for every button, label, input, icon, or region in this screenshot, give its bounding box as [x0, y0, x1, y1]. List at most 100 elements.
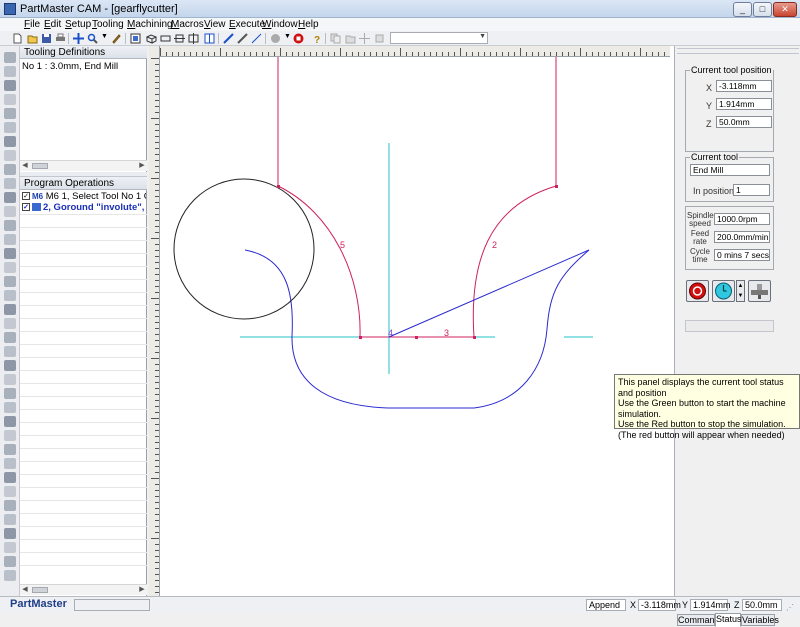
- tool-strip-icon[interactable]: [4, 52, 16, 63]
- view-side-icon[interactable]: [187, 32, 200, 44]
- left-tool-strip: [0, 46, 20, 596]
- menu-execute[interactable]: Execute: [229, 19, 265, 30]
- machine-button[interactable]: [748, 280, 771, 302]
- layers-icon[interactable]: [373, 32, 386, 44]
- operation-1-checkbox[interactable]: ✓: [22, 192, 30, 201]
- line-icon[interactable]: [250, 32, 263, 44]
- tool-strip-icon[interactable]: [4, 318, 16, 329]
- resize-grip[interactable]: ⋰: [786, 603, 796, 613]
- tool-strip-icon[interactable]: [4, 374, 16, 385]
- tool-strip-icon[interactable]: [4, 444, 16, 455]
- info-icon[interactable]: [269, 32, 282, 44]
- tool-strip-icon[interactable]: [4, 304, 16, 315]
- drawing-canvas[interactable]: 5 2 4 3: [149, 46, 674, 596]
- toolpath-edit-icon[interactable]: [236, 32, 249, 44]
- tool-strip-icon[interactable]: [4, 66, 16, 77]
- transform-icon[interactable]: [358, 32, 371, 44]
- tool-strip-icon[interactable]: [4, 528, 16, 539]
- toolbar-combo[interactable]: ▼: [390, 32, 488, 44]
- copy-icon[interactable]: [329, 32, 342, 44]
- menu-machining[interactable]: Machining: [127, 19, 173, 30]
- close-button[interactable]: ✕: [773, 2, 797, 17]
- vertical-ruler: [149, 46, 160, 596]
- view-top-icon[interactable]: [159, 32, 172, 44]
- menu-window[interactable]: Window: [262, 19, 298, 30]
- svg-text:?: ?: [314, 35, 320, 44]
- stop-simulation-button[interactable]: [686, 280, 709, 302]
- tool-strip-icon[interactable]: [4, 514, 16, 525]
- pencil-icon[interactable]: [110, 32, 123, 44]
- display-icon[interactable]: [129, 32, 142, 44]
- tool-strip-icon[interactable]: [4, 276, 16, 287]
- tool-strip-icon[interactable]: [4, 472, 16, 483]
- tool-strip-icon[interactable]: [4, 458, 16, 469]
- tool-strip-icon[interactable]: [4, 164, 16, 175]
- menu-help[interactable]: Help: [298, 19, 319, 30]
- tool-strip-icon[interactable]: [4, 234, 16, 245]
- tool-strip-icon[interactable]: [4, 402, 16, 413]
- tool-strip-icon[interactable]: [4, 220, 16, 231]
- menu-edit[interactable]: Edit: [44, 19, 61, 30]
- operation-1[interactable]: ✓M6 M6 1, Select Tool No 1 CRC 1 TLC: [22, 191, 146, 202]
- info-dropdown-icon[interactable]: ▼: [283, 32, 291, 44]
- menu-setup[interactable]: Setup: [65, 19, 91, 30]
- current-tool-header: Current tool: [690, 152, 740, 162]
- operation-2[interactable]: ✓ 2, Goround "involute", Forward: [22, 202, 146, 213]
- tool-strip-icon[interactable]: [4, 416, 16, 427]
- help-icon[interactable]: ?: [310, 32, 323, 44]
- speed-spinner[interactable]: ▲ ▼: [736, 280, 745, 302]
- tool-strip-icon[interactable]: [4, 108, 16, 119]
- tool-strip-icon[interactable]: [4, 556, 16, 567]
- tool-strip-icon[interactable]: [4, 486, 16, 497]
- tool-strip-icon[interactable]: [4, 248, 16, 259]
- print-icon[interactable]: [54, 32, 67, 44]
- stop-icon[interactable]: [292, 32, 305, 44]
- menu-view[interactable]: View: [204, 19, 226, 30]
- tool-strip-icon[interactable]: [4, 150, 16, 161]
- tool-strip-icon[interactable]: [4, 206, 16, 217]
- tool-strip-icon[interactable]: [4, 262, 16, 273]
- tool-strip-icon[interactable]: [4, 332, 16, 343]
- tool-strip-icon[interactable]: [4, 500, 16, 511]
- tool-strip-icon[interactable]: [4, 346, 16, 357]
- tool-strip-icon[interactable]: [4, 80, 16, 91]
- zoom-dropdown-icon[interactable]: ▼: [100, 32, 108, 44]
- menu-macros[interactable]: Macros: [171, 19, 204, 30]
- folder-disabled-icon[interactable]: [344, 32, 357, 44]
- progress-field: [685, 320, 774, 332]
- pan-icon[interactable]: [72, 32, 85, 44]
- start-simulation-button[interactable]: [712, 280, 735, 302]
- tab-status[interactable]: Status: [715, 613, 742, 627]
- new-file-icon[interactable]: [11, 32, 24, 44]
- zoom-icon[interactable]: [86, 32, 99, 44]
- tool-strip-icon[interactable]: [4, 122, 16, 133]
- menu-file[interactable]: File: [24, 19, 40, 30]
- tool-strip-icon[interactable]: [4, 290, 16, 301]
- tool-strip-icon[interactable]: [4, 360, 16, 371]
- minimize-button[interactable]: _: [733, 2, 752, 17]
- toolpath-icon[interactable]: [222, 32, 235, 44]
- tool-strip-icon[interactable]: [4, 192, 16, 203]
- tool-strip-icon[interactable]: [4, 94, 16, 105]
- view-3d-icon[interactable]: [145, 32, 158, 44]
- view-pane-icon[interactable]: [203, 32, 216, 44]
- y-label: Y: [706, 101, 713, 111]
- tool-strip-icon[interactable]: [4, 178, 16, 189]
- tool-strip-icon[interactable]: [4, 430, 16, 441]
- tooling-hscrollbar[interactable]: ◀ ▶: [20, 160, 147, 171]
- tool-entry[interactable]: No 1 : 3.0mm, End Mill: [22, 61, 146, 72]
- tab-variables[interactable]: Variables: [741, 614, 779, 626]
- in-position-field: 1: [733, 184, 770, 196]
- tool-strip-icon[interactable]: [4, 136, 16, 147]
- tool-strip-icon[interactable]: [4, 570, 16, 581]
- save-icon[interactable]: [40, 32, 53, 44]
- view-front-icon[interactable]: [173, 32, 186, 44]
- menu-tooling[interactable]: Tooling: [92, 19, 124, 30]
- operations-hscrollbar[interactable]: ◀ ▶: [20, 584, 147, 595]
- open-folder-icon[interactable]: [26, 32, 39, 44]
- tool-strip-icon[interactable]: [4, 388, 16, 399]
- tab-command[interactable]: Command: [677, 614, 720, 626]
- maximize-button[interactable]: □: [753, 2, 772, 17]
- tool-strip-icon[interactable]: [4, 542, 16, 553]
- operation-2-checkbox[interactable]: ✓: [22, 203, 30, 212]
